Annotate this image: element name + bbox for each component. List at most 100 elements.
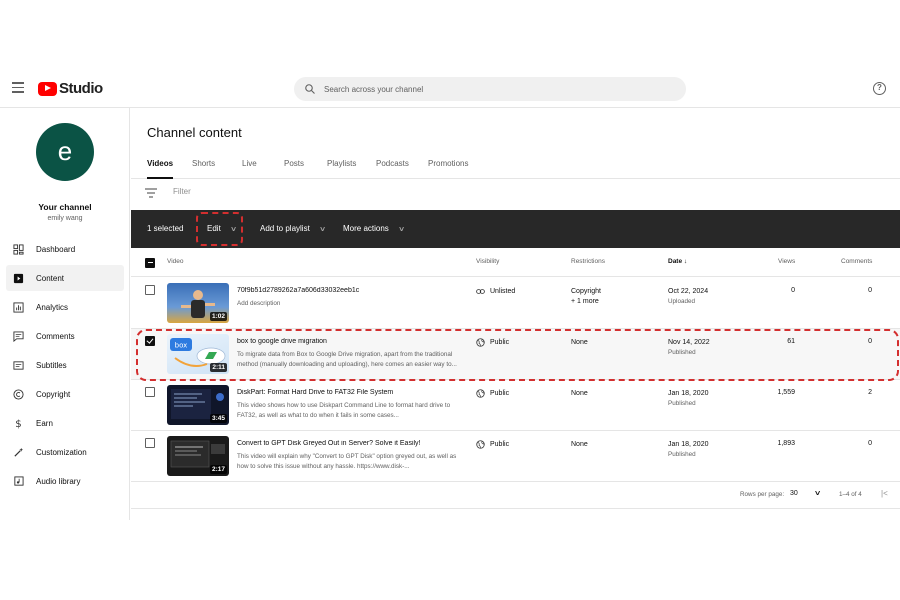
chevron-down-icon: ∨ <box>397 225 405 233</box>
top-bar: Studio ? <box>0 70 900 108</box>
studio-logo[interactable]: Studio <box>38 80 103 97</box>
help-icon[interactable]: ? <box>873 82 886 95</box>
tab-live[interactable]: Live <box>242 159 257 179</box>
sidebar-item-audio-library[interactable]: Audio library <box>6 468 124 494</box>
video-thumbnail[interactable]: 1:02 <box>167 283 229 323</box>
video-duration: 2:17 <box>209 465 227 474</box>
edit-highlight-annotation <box>196 212 243 246</box>
main-content: Channel content Videos Shorts Live Posts… <box>131 108 900 518</box>
table-row[interactable]: 3:45 DiskPart: Format Hard Drive to FAT3… <box>131 380 900 431</box>
filter-icon[interactable] <box>145 188 157 198</box>
filter-input[interactable] <box>173 187 373 196</box>
analytics-icon <box>12 301 24 313</box>
restrictions-cell: None <box>571 389 588 399</box>
visibility-cell[interactable]: Public <box>476 440 509 449</box>
tab-posts[interactable]: Posts <box>284 159 304 179</box>
tab-playlists[interactable]: Playlists <box>327 159 356 179</box>
sidebar-item-earn[interactable]: $ Earn <box>6 410 124 436</box>
youtube-play-icon <box>38 81 57 96</box>
table-row[interactable]: 1:02 70f9b51d2789262a7a606d33032eeb1c Ad… <box>131 278 900 329</box>
add-to-playlist-button[interactable]: Add to playlist ∨ <box>260 224 326 233</box>
sidebar-item-customization[interactable]: Customization <box>6 439 124 465</box>
svg-text:$: $ <box>15 419 21 429</box>
search-icon[interactable] <box>304 83 316 95</box>
date-status: Uploaded <box>668 298 695 305</box>
select-all-checkbox[interactable] <box>145 258 155 268</box>
dashboard-icon <box>12 243 24 255</box>
restriction-label: None <box>571 339 588 346</box>
earn-icon: $ <box>12 417 24 429</box>
copyright-icon <box>12 388 24 400</box>
visibility-label: Public <box>490 390 510 397</box>
video-title[interactable]: Convert to GPT Disk Greyed Out in Server… <box>237 440 467 447</box>
video-description: To migrate data from Box to Google Drive… <box>237 351 457 368</box>
video-duration: 2:11 <box>210 363 227 372</box>
sidebar-item-analytics[interactable]: Analytics <box>6 294 124 320</box>
row-checkbox[interactable] <box>145 336 155 346</box>
column-header-restrictions: Restrictions <box>571 258 605 265</box>
sidebar-item-label: Copyright <box>36 389 71 399</box>
date-cell: Jan 18, 2020 Published <box>668 389 708 409</box>
tab-podcasts[interactable]: Podcasts <box>376 159 409 179</box>
views-count: 1,559 <box>777 389 795 396</box>
date-cell: Jan 18, 2020 Published <box>668 440 708 460</box>
chevron-down-icon[interactable]: ∨ <box>814 489 822 497</box>
visibility-cell[interactable]: Public <box>476 338 509 347</box>
sidebar-item-copyright[interactable]: Copyright <box>6 381 124 407</box>
pagination-range: 1–4 of 4 <box>839 491 862 498</box>
more-actions-button[interactable]: More actions ∨ <box>343 224 405 233</box>
date-value: Nov 14, 2022 <box>668 339 710 346</box>
first-page-icon[interactable]: |< <box>881 489 888 498</box>
channel-owner-name: emily wang <box>47 215 83 222</box>
search-bar[interactable] <box>294 77 686 101</box>
date-value: Oct 22, 2024 <box>668 288 709 295</box>
row-checkbox[interactable] <box>145 438 155 448</box>
rows-per-page-select[interactable]: 30 <box>790 490 798 497</box>
comments-count: 0 <box>868 287 872 294</box>
video-title[interactable]: 70f9b51d2789262a7a606d33032eeb1c <box>237 287 467 294</box>
sidebar-item-comments[interactable]: Comments <box>6 323 124 349</box>
sidebar-item-content[interactable]: Content <box>6 265 124 291</box>
menu-icon[interactable] <box>12 82 24 93</box>
selection-action-bar: 1 selected Edit ∨ Add to playlist ∨ More a… <box>131 210 900 248</box>
add-to-playlist-label: Add to playlist <box>260 224 310 233</box>
visibility-cell[interactable]: Unlisted <box>476 287 515 296</box>
video-description: Add description <box>237 300 281 307</box>
logo-text: Studio <box>59 80 103 97</box>
restriction-extra[interactable]: + 1 more <box>571 297 601 307</box>
table-row[interactable]: box 2:11 box to google drive migration T… <box>131 329 900 380</box>
video-thumbnail[interactable]: box 2:11 <box>167 334 229 374</box>
tab-videos[interactable]: Videos <box>147 159 174 179</box>
globe-icon <box>476 338 485 347</box>
sidebar-item-subtitles[interactable]: Subtitles <box>6 352 124 378</box>
visibility-label: Public <box>490 339 510 346</box>
visibility-label: Public <box>490 441 510 448</box>
video-title[interactable]: box to google drive migration <box>237 338 467 345</box>
search-input[interactable] <box>324 84 664 94</box>
video-thumbnail[interactable]: 2:17 <box>167 436 229 476</box>
restrictions-cell: None <box>571 338 588 348</box>
visibility-cell[interactable]: Public <box>476 389 509 398</box>
restriction-label: None <box>571 390 588 397</box>
column-header-comments: Comments <box>841 258 873 265</box>
subtitles-icon <box>12 359 24 371</box>
comments-count: 0 <box>868 338 872 345</box>
row-checkbox[interactable] <box>145 387 155 397</box>
table-row[interactable]: 2:17 Convert to GPT Disk Greyed Out in S… <box>131 431 900 482</box>
svg-text:box: box <box>175 342 188 350</box>
video-duration: 1:02 <box>209 312 227 321</box>
column-header-date[interactable]: Date ↓ <box>668 258 687 265</box>
sidebar-item-label: Dashboard <box>36 244 76 254</box>
row-checkbox[interactable] <box>145 285 155 295</box>
date-header-label: Date <box>668 258 683 265</box>
selected-count: 1 selected <box>147 224 184 233</box>
tab-shorts[interactable]: Shorts <box>192 159 215 179</box>
video-thumbnail[interactable]: 3:45 <box>167 385 229 425</box>
video-title[interactable]: DiskPart: Format Hard Drive to FAT32 Fil… <box>237 389 467 396</box>
link-icon <box>476 289 485 294</box>
sidebar-item-dashboard[interactable]: Dashboard <box>6 236 124 262</box>
avatar[interactable]: e <box>36 123 94 181</box>
sidebar: e Your channel emily wang Dashboard Cont… <box>0 108 130 520</box>
video-description: This video will explain why "Convert to … <box>237 453 457 470</box>
tab-promotions[interactable]: Promotions <box>428 159 468 179</box>
